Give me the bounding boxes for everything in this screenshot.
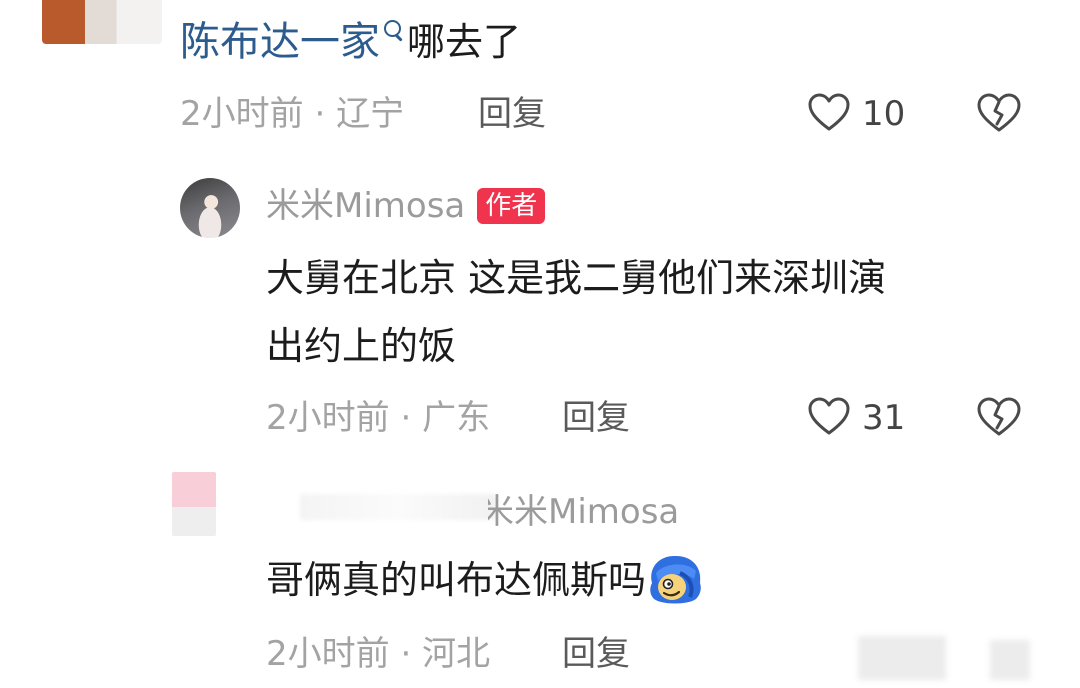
blurred-like-area — [858, 636, 946, 680]
blurred-dislike-area — [990, 640, 1030, 680]
reply-meta: 2小时前 · 河北 — [266, 632, 490, 676]
reply-text-line-2: 出约上的饭 — [266, 324, 457, 368]
commenter-avatar[interactable] — [42, 0, 162, 44]
reply-meta: 2小时前 · 广东 — [266, 396, 490, 440]
heart-icon — [808, 93, 850, 131]
like-button[interactable] — [806, 394, 852, 440]
like-button[interactable] — [806, 90, 852, 136]
reply-time: 2小时前 — [266, 398, 390, 438]
dislike-button[interactable] — [975, 90, 1023, 136]
like-count: 10 — [862, 94, 906, 134]
reply-location: 河北 — [422, 634, 491, 674]
mention-link[interactable]: 陈布达一家 — [180, 19, 380, 65]
comment-text: 哪去了 — [407, 20, 522, 64]
comment-meta: 2小时前 · 辽宁 — [180, 92, 404, 136]
comment-location: 辽宁 — [336, 94, 405, 134]
reply-header: 米米Mimosa 作者 — [266, 184, 546, 228]
reply-text: 哥俩真的叫布达佩斯吗 — [266, 558, 647, 602]
blurred-username — [300, 494, 496, 520]
comment-time: 2小时前 — [180, 94, 304, 134]
reply-button[interactable]: 回复 — [562, 632, 630, 676]
author-badge: 作者 — [477, 188, 546, 224]
heart-icon — [808, 397, 850, 435]
search-icon[interactable] — [384, 20, 401, 37]
meta-separator: · — [314, 94, 326, 134]
dislike-button[interactable] — [975, 394, 1023, 440]
commenter-avatar[interactable] — [172, 472, 216, 536]
blue-hair-emoji-icon — [650, 555, 701, 604]
broken-heart-icon — [977, 93, 1021, 132]
comment-body: 陈布达一家 哪去了 — [180, 14, 521, 70]
reply-button[interactable]: 回复 — [562, 396, 630, 440]
meta-separator: · — [400, 634, 412, 674]
author-username[interactable]: 米米Mimosa — [266, 184, 465, 228]
reply-body: 哥俩真的叫布达佩斯吗 — [266, 552, 704, 608]
reply-to-name-text: 米米Mimosa — [488, 492, 680, 532]
reply-time: 2小时前 — [266, 634, 390, 674]
reply-to-username[interactable]: 米米Mimosa — [488, 490, 708, 534]
reply-text-line-1: 大舅在北京 这是我二舅他们来深圳演 — [266, 256, 887, 300]
broken-heart-icon — [977, 397, 1021, 436]
like-count: 31 — [862, 398, 906, 438]
reply-location: 广东 — [422, 398, 491, 438]
reply-button[interactable]: 回复 — [478, 92, 546, 136]
author-avatar[interactable] — [180, 178, 240, 238]
meta-separator: · — [400, 398, 412, 438]
